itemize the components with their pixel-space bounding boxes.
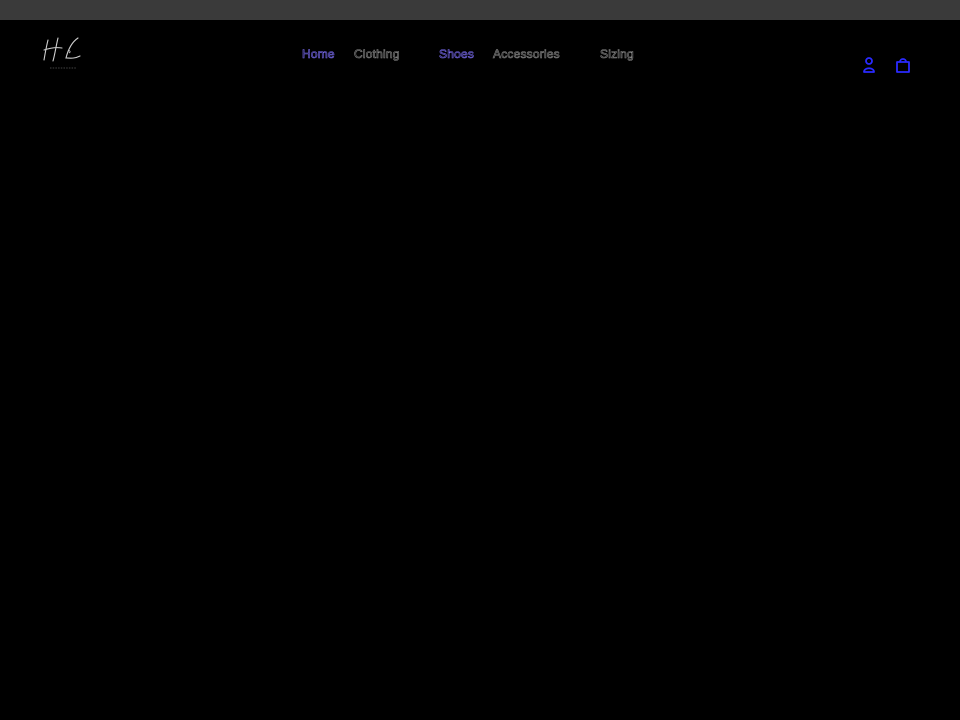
header-icons [860,56,912,74]
cart-button[interactable] [894,56,912,74]
cart-icon [896,58,910,73]
main-content [0,90,960,720]
nav-item-sizing[interactable]: Sizing [600,46,634,62]
nav-item-clothing[interactable]: Clothing [354,46,400,62]
announcement-bar [0,0,960,20]
nav-item-home[interactable]: Home [302,46,335,62]
account-icon [863,57,875,73]
main-navigation: Home Clothing Shoes Accessories Sizing [0,46,960,62]
nav-item-accessories[interactable]: Accessories [493,46,560,62]
site-header: Home Clothing Shoes Accessories Sizing [0,20,960,90]
account-button[interactable] [860,56,878,74]
nav-item-shoes[interactable]: Shoes [439,46,474,62]
